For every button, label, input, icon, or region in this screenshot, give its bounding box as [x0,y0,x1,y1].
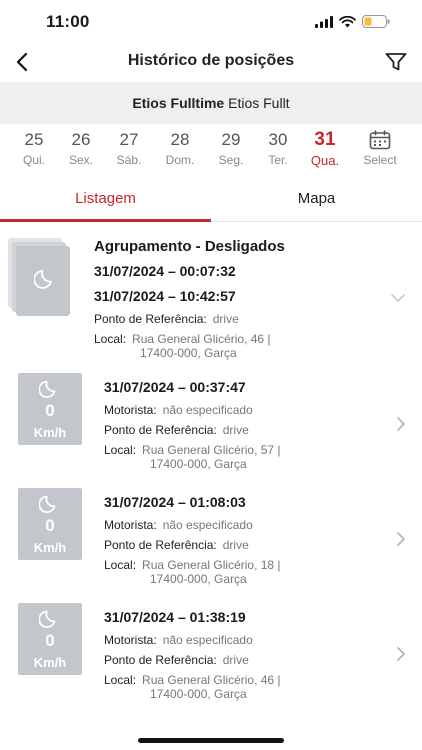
reference-value: drive [222,653,249,667]
chevron-right-icon[interactable] [396,646,406,662]
item-driver: Motorista: não especificado [104,518,253,532]
item-local: Local: Rua General Glicério, 46 | [104,673,281,687]
group-card[interactable]: Agrupamento - Desligados 31/07/2024 – 00… [0,0,422,360]
item-local-line2: 17400-000, Garça [150,457,247,471]
local-label: Local: [104,673,137,687]
speed-value: 0 [45,401,55,420]
speed-unit: Km/h [33,425,67,440]
speed-unit: Km/h [33,655,67,670]
item-reference: Ponto de Referência: drive [104,423,249,437]
reference-label: Ponto de Referência: [104,423,217,437]
home-indicator [138,738,284,743]
reference-value: drive [222,423,249,437]
reference-value: drive [222,538,249,552]
group-reference: Ponto de Referência: drive [94,312,239,326]
item-driver: Motorista: não especificado [104,633,253,647]
driver-label: Motorista: [104,633,157,647]
speed-unit: Km/h [33,540,67,555]
item-reference: Ponto de Referência: drive [104,538,249,552]
moon-icon [34,270,52,289]
item-local-line2: 17400-000, Garça [150,572,247,586]
item-timestamp: 31/07/2024 – 01:08:03 [104,494,246,510]
item-timestamp: 31/07/2024 – 01:38:19 [104,609,246,625]
group-thumbnail [8,238,70,316]
reference-label: Ponto de Referência: [104,538,217,552]
chevron-down-icon[interactable] [390,293,406,303]
item-timestamp: 31/07/2024 – 00:37:47 [104,379,246,395]
item-reference: Ponto de Referência: drive [104,653,249,667]
speed-thumbnail: 0 Km/h [18,373,82,445]
local-value: Rua General Glicério, 46 | [142,673,281,687]
group-start-time: 31/07/2024 – 00:07:32 [94,263,236,279]
driver-label: Motorista: [104,518,157,532]
speed-value: 0 [45,516,55,535]
speed-thumbnail: 0 Km/h [18,603,82,675]
moon-icon [39,495,56,513]
speed-thumbnail: 0 Km/h [18,488,82,560]
list-item[interactable]: 0 Km/h 31/07/2024 – 01:08:03 Motorista: n… [0,485,422,593]
group-title: Agrupamento - Desligados [94,238,285,255]
moon-icon [39,380,56,398]
chevron-right-icon[interactable] [396,531,406,547]
reference-label: Ponto de Referência: [104,653,217,667]
moon-icon [39,610,56,628]
driver-value: não especificado [162,403,253,417]
reference-label: Ponto de Referência: [94,312,207,326]
list-item[interactable]: 0 Km/h 31/07/2024 – 01:38:19 Motorista: n… [0,600,422,708]
item-local: Local: Rua General Glicério, 18 | [104,558,281,572]
local-value: Rua General Glicério, 57 | [142,443,281,457]
driver-value: não especificado [162,633,253,647]
group-local: Local: Rua General Glicério, 46 | [94,332,271,346]
item-local: Local: Rua General Glicério, 57 | [104,443,281,457]
group-local-line2: 17400-000, Garça [140,346,237,360]
chevron-right-icon[interactable] [396,416,406,432]
speed-value: 0 [45,631,55,650]
local-label: Local: [104,443,137,457]
driver-label: Motorista: [104,403,157,417]
item-driver: Motorista: não especificado [104,403,253,417]
list-item[interactable]: 0 Km/h 31/07/2024 – 00:37:47 Motorista: n… [0,370,422,478]
group-end-time: 31/07/2024 – 10:42:57 [94,288,236,304]
reference-value: drive [212,312,239,326]
local-value: Rua General Glicério, 18 | [142,558,281,572]
driver-value: não especificado [162,518,253,532]
local-value: Rua General Glicério, 46 | [132,332,271,346]
local-label: Local: [104,558,137,572]
item-local-line2: 17400-000, Garça [150,687,247,701]
local-label: Local: [94,332,127,346]
